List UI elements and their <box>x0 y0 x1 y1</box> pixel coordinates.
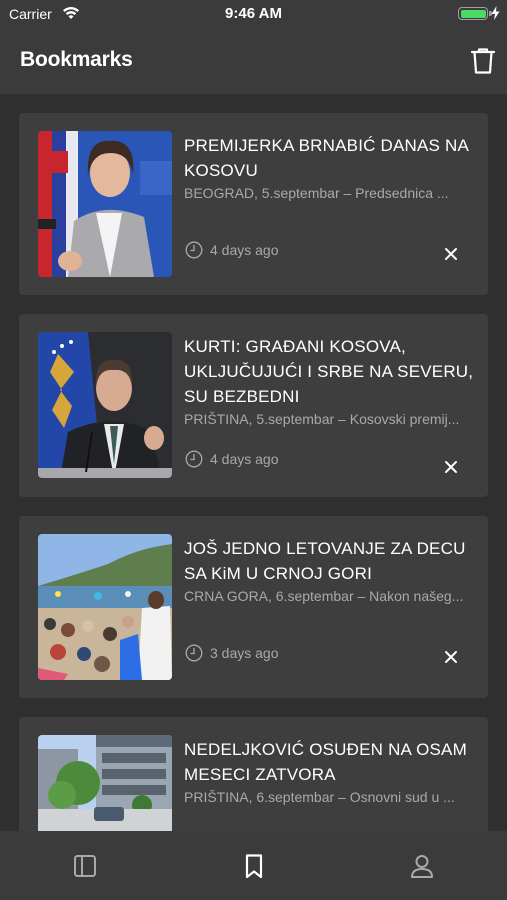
article-title[interactable]: PREMIJERKA BRNABIĆ DANAS NA KOSOVU <box>184 133 479 183</box>
remove-bookmark-icon[interactable] <box>443 246 459 262</box>
remove-bookmark-icon[interactable] <box>443 459 459 475</box>
bookmark-card[interactable]: NEDELJKOVIĆ OSUĐEN NA OSAM MESECI ZATVOR… <box>19 717 488 831</box>
article-title[interactable]: NEDELJKOVIĆ OSUĐEN NA OSAM MESECI ZATVOR… <box>184 737 479 787</box>
article-excerpt: BEOGRAD, 5.septembar – Predsednica ... <box>184 185 449 201</box>
remove-bookmark-icon[interactable] <box>443 649 459 665</box>
clock-icon <box>185 450 203 468</box>
profile-icon[interactable] <box>409 853 435 879</box>
battery-icon <box>458 7 492 20</box>
article-thumbnail[interactable] <box>38 534 172 680</box>
trash-icon[interactable] <box>470 47 496 75</box>
clock-time: 9:46 AM <box>225 5 282 22</box>
bookmark-card[interactable]: PREMIJERKA BRNABIĆ DANAS NA KOSOVU BEOGR… <box>19 113 488 295</box>
bookmark-card[interactable]: KURTI: GRAĐANI KOSOVA, UKLJUČUJUĆI I SRB… <box>19 314 488 497</box>
article-excerpt: CRNA GORA, 6.septembar – Nakon našeg... <box>184 588 464 604</box>
bookmark-list[interactable]: PREMIJERKA BRNABIĆ DANAS NA KOSOVU BEOGR… <box>0 94 507 831</box>
status-bar: Carrier 9:46 AM <box>0 0 507 30</box>
charging-bolt-icon <box>491 6 500 20</box>
article-title[interactable]: KURTI: GRAĐANI KOSOVA, UKLJUČUJUĆI I SRB… <box>184 334 479 409</box>
clock-icon <box>185 644 203 662</box>
sidebar-icon[interactable] <box>72 853 98 879</box>
article-thumbnail[interactable] <box>38 735 172 831</box>
article-time: 3 days ago <box>210 645 279 661</box>
page-title: Bookmarks <box>20 48 133 71</box>
article-excerpt: PRIŠTINA, 6.septembar – Osnovni sud u ..… <box>184 789 455 805</box>
article-thumbnail[interactable] <box>38 332 172 478</box>
tab-bar <box>0 831 507 900</box>
bookmark-card[interactable]: JOŠ JEDNO LETOVANJE ZA DECU SA KiM U CRN… <box>19 516 488 698</box>
article-title[interactable]: JOŠ JEDNO LETOVANJE ZA DECU SA KiM U CRN… <box>184 536 479 586</box>
bookmark-icon[interactable] <box>241 853 267 879</box>
clock-icon <box>185 241 203 259</box>
article-thumbnail[interactable] <box>38 131 172 277</box>
article-time: 4 days ago <box>210 451 279 467</box>
article-time: 4 days ago <box>210 242 279 258</box>
navigation-bar: Bookmarks <box>0 30 507 94</box>
article-excerpt: PRIŠTINA, 5.septembar – Kosovski premij.… <box>184 411 460 427</box>
